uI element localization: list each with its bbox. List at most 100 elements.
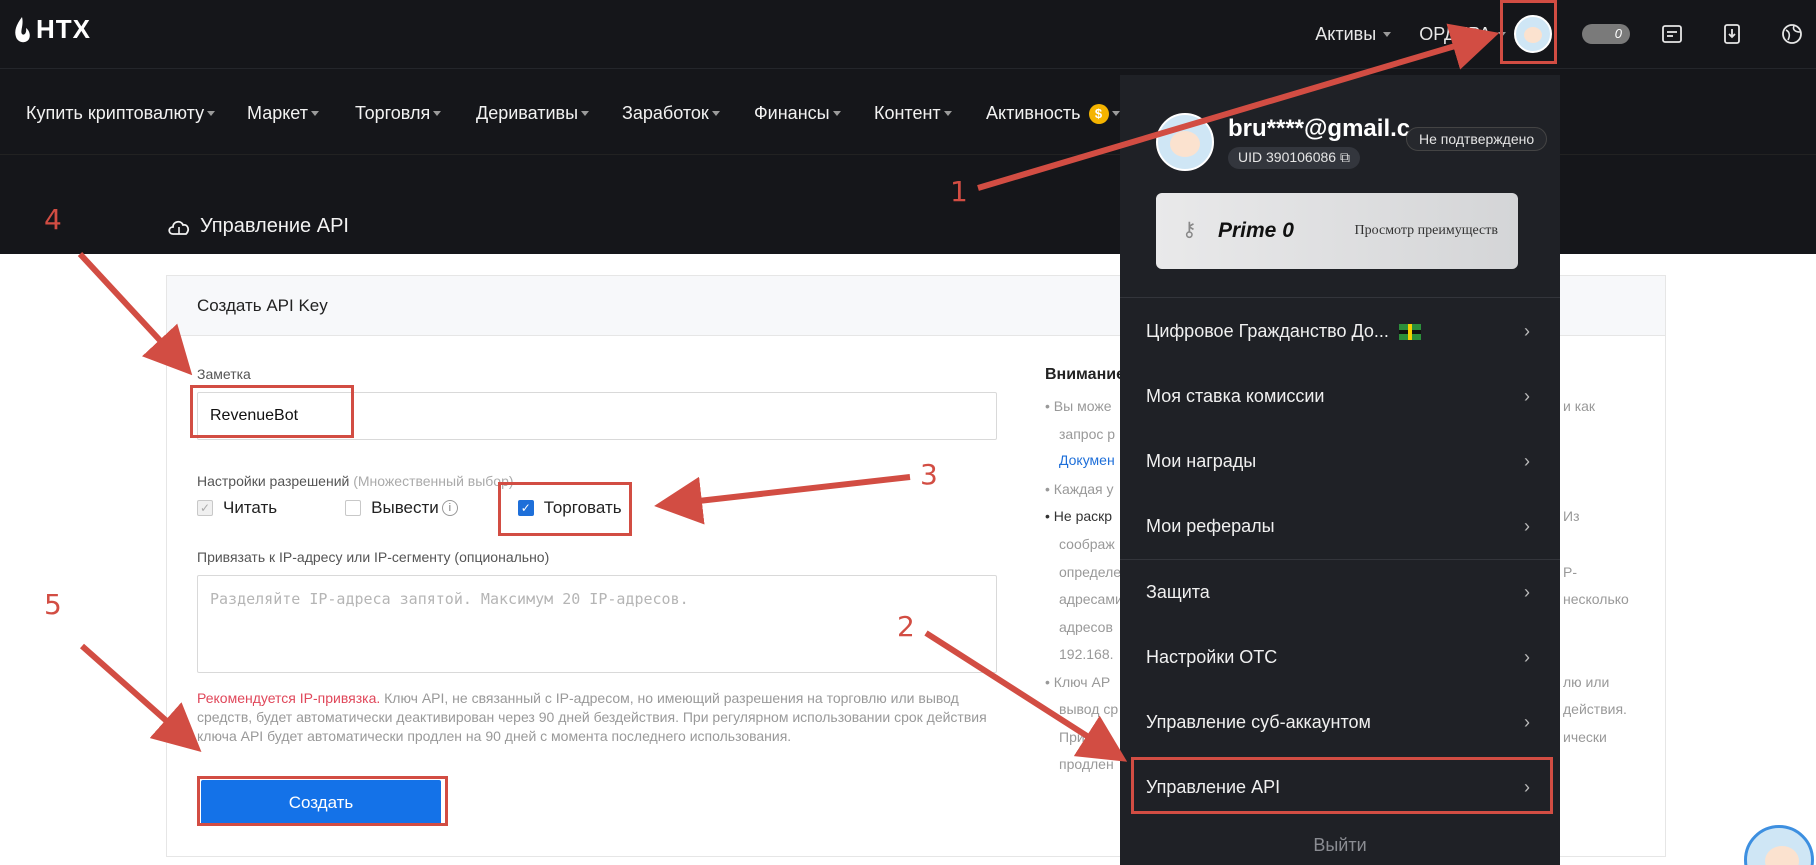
attention-line: • Вы може <box>1045 398 1112 414</box>
uid-text: UID 390106086 <box>1238 149 1337 165</box>
orders-label: ОРДЕРА <box>1419 23 1491 44</box>
coin-icon: $ <box>1088 103 1109 124</box>
nav-label: Деривативы <box>476 103 579 123</box>
prime-card[interactable]: ⚷ Prime 0 Просмотр преимуществ <box>1156 193 1518 269</box>
assets-label: Активы <box>1315 23 1377 44</box>
prime-benefits-link[interactable]: Просмотр преимуществ <box>1355 223 1498 239</box>
menu-item-label: Управление суб-аккаунтом <box>1146 711 1371 732</box>
user-uid[interactable]: UID 390106086 ⧉ <box>1228 147 1360 169</box>
nav-item-market[interactable]: Маркет <box>247 103 319 124</box>
attention-line: • Не раскр <box>1045 508 1113 524</box>
attention-fragment: Из <box>1563 508 1580 524</box>
prime-toggle[interactable]: 0 <box>1582 24 1630 44</box>
logo-text: HTX <box>36 14 91 44</box>
attention-fragment: действия. <box>1563 701 1627 717</box>
dropdown-avatar <box>1156 113 1214 171</box>
nav-item-buy-crypto[interactable]: Купить криптовалюту <box>26 103 216 124</box>
attention-line: соображ <box>1059 536 1115 552</box>
arrow-4 <box>77 251 193 376</box>
attention-line: определе <box>1059 564 1122 580</box>
avatar-face <box>1765 846 1799 865</box>
attention-fragment: ически <box>1563 729 1607 745</box>
chevron-right-icon: › <box>1524 385 1530 406</box>
chevron-down-icon <box>832 111 841 116</box>
permission-label-text: Настройки разрешений <box>197 473 350 489</box>
menu-item-fee-rate[interactable]: Моя ставка комиссии › <box>1146 376 1530 416</box>
info-icon[interactable]: i <box>441 500 458 516</box>
menu-item-rewards[interactable]: Мои награды › <box>1146 441 1530 481</box>
annotation-number: 2 <box>897 610 915 643</box>
annotation-box-trade <box>498 482 632 536</box>
attention-title: Внимание <box>1045 366 1125 383</box>
nav-label: Контент <box>874 103 941 123</box>
attention-doc-link[interactable]: Докумен <box>1059 452 1115 468</box>
perm-read-option[interactable]: ✓ Читать <box>197 498 277 518</box>
user-email: bru****@gmail.c <box>1228 115 1411 142</box>
page-title: Управление API <box>166 215 349 238</box>
annotation-box-api-menu <box>1131 757 1553 814</box>
perm-withdraw-option[interactable]: Вывести i <box>345 498 458 518</box>
annotation-number: 5 <box>44 588 62 621</box>
ip-textarea[interactable]: Разделяйте IP-адреса запятой. Максимум 2… <box>197 575 997 673</box>
nav-item-earn[interactable]: Заработок <box>622 103 720 124</box>
download-icon[interactable] <box>1720 22 1744 46</box>
cloud-icon <box>168 220 190 235</box>
support-avatar[interactable] <box>1744 825 1814 865</box>
copy-icon[interactable]: ⧉ <box>1340 149 1350 165</box>
menu-item-security[interactable]: Защита › <box>1146 572 1530 612</box>
attention-line: 192.168. <box>1059 646 1114 662</box>
logout-button[interactable]: Выйти <box>1120 835 1560 856</box>
nav-item-finance[interactable]: Финансы <box>754 103 841 124</box>
orders-list-icon[interactable] <box>1660 22 1684 46</box>
ip-warning: Рекомендуется IP-привязка. Ключ API, не … <box>197 689 1017 746</box>
menu-item-label: Мои рефералы <box>1146 515 1275 536</box>
checkbox-read[interactable]: ✓ <box>197 500 213 516</box>
chevron-right-icon: › <box>1524 515 1530 536</box>
menu-item-sub-account[interactable]: Управление суб-аккаунтом › <box>1146 702 1530 742</box>
attention-line: • Ключ AP <box>1045 674 1111 690</box>
attention-fragment: P- <box>1563 564 1577 580</box>
nav-item-content[interactable]: Контент <box>874 103 952 124</box>
attention-fragment: лю или <box>1563 674 1610 690</box>
ip-placeholder: Разделяйте IP-адреса запятой. Максимум 2… <box>210 590 689 608</box>
prime-title: Prime 0 <box>1218 219 1294 242</box>
nav-item-trading[interactable]: Торговля <box>355 103 442 124</box>
chevron-right-icon: › <box>1524 450 1530 471</box>
menu-item-digital-citizenship[interactable]: Цифровое Гражданство До... › <box>1146 311 1530 351</box>
nav-label: Торговля <box>355 103 431 123</box>
orders-menu[interactable]: ОРДЕРА <box>1419 24 1506 45</box>
annotation-box-note <box>190 385 354 438</box>
attention-line: При <box>1059 729 1085 745</box>
chevron-down-icon <box>711 111 720 116</box>
checkbox-withdraw[interactable] <box>345 500 362 516</box>
annotation-number: 1 <box>950 175 968 208</box>
menu-item-label: Мои награды <box>1146 450 1257 471</box>
dominica-flag-icon <box>1398 323 1421 340</box>
menu-item-label: Настройки OTC <box>1146 646 1278 667</box>
menu-item-otc-settings[interactable]: Настройки OTC › <box>1146 637 1530 677</box>
menu-item-label: Цифровое Гражданство До... <box>1146 320 1389 341</box>
menu-item-referrals[interactable]: Мои рефералы › <box>1146 506 1530 546</box>
user-dropdown: bru****@gmail.c UID 390106086 ⧉ Не подтв… <box>1120 75 1560 865</box>
attention-line: адресов <box>1059 619 1113 635</box>
assets-menu[interactable]: Активы <box>1315 23 1392 45</box>
menu-item-label: Защита <box>1146 581 1210 602</box>
annotation-box-create <box>197 776 448 826</box>
htx-logo[interactable]: HTX <box>12 14 91 45</box>
nav-item-activity[interactable]: Активность $ <box>986 103 1120 124</box>
globe-settings-icon[interactable] <box>1780 22 1804 46</box>
key-icon: ⚷ <box>1182 219 1197 241</box>
verification-badge[interactable]: Не подтверждено <box>1406 127 1548 151</box>
annotation-number: 4 <box>44 203 62 236</box>
chevron-right-icon: › <box>1524 711 1530 732</box>
chevron-right-icon: › <box>1524 646 1530 667</box>
chevron-down-icon <box>433 111 442 116</box>
nav-item-derivatives[interactable]: Деривативы <box>476 103 590 124</box>
chevron-right-icon: › <box>1524 320 1530 341</box>
flame-icon <box>15 16 30 42</box>
nav-label: Маркет <box>247 103 308 123</box>
note-label: Заметка <box>197 366 251 382</box>
chevron-down-icon <box>1111 111 1120 116</box>
ip-label: Привязать к IP-адресу или IP-сегменту (о… <box>197 549 550 565</box>
toggle-value: 0 <box>1614 26 1622 41</box>
